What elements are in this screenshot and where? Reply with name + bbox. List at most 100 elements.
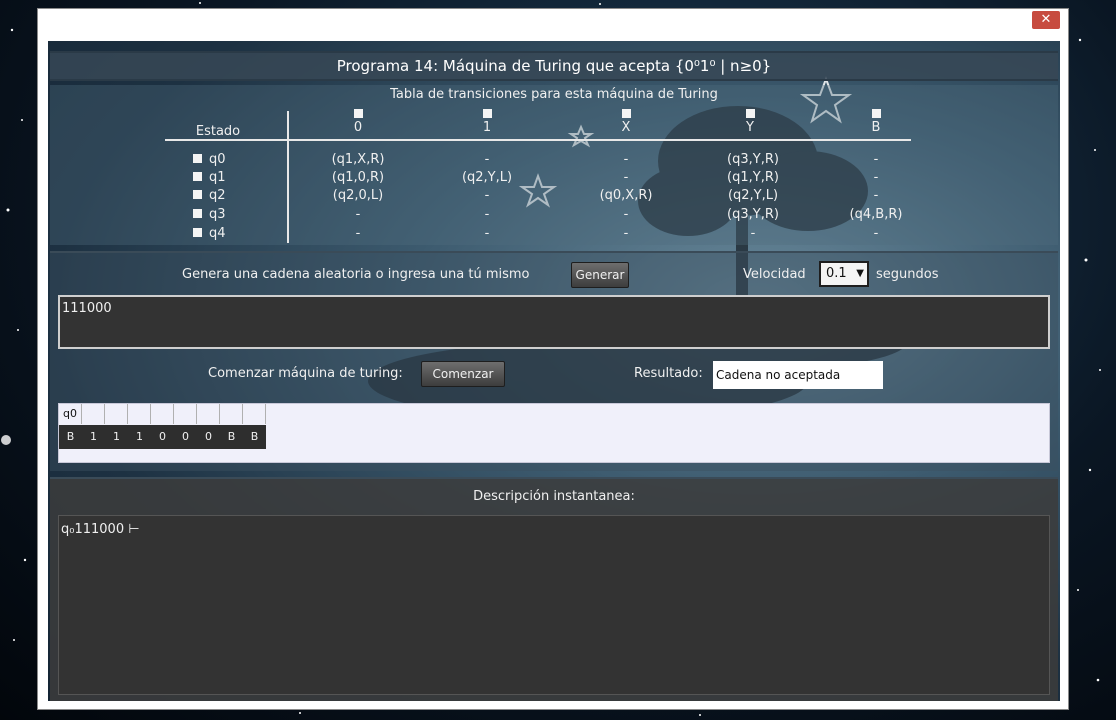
transition-cell: -: [484, 188, 490, 203]
speed-value: 0.1: [826, 266, 847, 281]
state-column-header: Estado: [195, 124, 241, 139]
speed-unit-label: segundos: [876, 267, 939, 282]
tape-head-cell: [197, 404, 220, 424]
transition-cell: -: [873, 188, 879, 203]
transition-cell: -: [623, 226, 629, 241]
column-checkbox[interactable]: [745, 109, 755, 118]
column-header-0: 0: [318, 109, 398, 135]
generator-panel: Genera una cadena aleatoria o ingresa un…: [50, 251, 1058, 471]
state-row-q3: q3: [193, 207, 226, 222]
transition-cell: -: [873, 170, 879, 185]
column-header-b: B: [836, 109, 916, 135]
string-input[interactable]: 111000: [58, 295, 1050, 349]
state-label: q4: [209, 226, 226, 241]
transition-cell: -: [355, 226, 361, 241]
tape-cell: 1: [136, 430, 143, 443]
app-window: ✕ Programa 14: Máquina de Turing que ace…: [37, 8, 1069, 710]
table-header-divider: [165, 139, 911, 141]
column-checkbox[interactable]: [621, 109, 631, 118]
transition-cell: (q2,0,L): [332, 188, 384, 203]
tape-cell: 0: [205, 430, 212, 443]
tape-head-cell: [128, 404, 151, 424]
state-checkbox[interactable]: [193, 209, 202, 218]
result-label: Resultado:: [634, 366, 703, 381]
state-label: q0: [209, 152, 226, 167]
speed-select[interactable]: 0.1 ▼: [819, 261, 869, 287]
result-field: Cadena no aceptada: [713, 361, 883, 389]
transition-cell: -: [750, 226, 756, 241]
column-checkbox[interactable]: [871, 109, 881, 118]
description-output[interactable]: q₀111000 ⊢: [58, 515, 1050, 695]
speed-label: Velocidad: [743, 267, 806, 282]
state-row-q1: q1: [193, 170, 226, 185]
transition-cell: -: [873, 152, 879, 167]
transition-cell: (q1,X,R): [331, 152, 385, 167]
transition-table-title: Tabla de transiciones para esta máquina …: [390, 87, 718, 102]
column-symbol: 0: [353, 120, 363, 135]
tape-head-cell: [220, 404, 243, 424]
start-button[interactable]: Comenzar: [421, 361, 505, 387]
column-header-1: 1: [447, 109, 527, 135]
column-checkbox[interactable]: [353, 109, 363, 118]
transition-cell: (q3,Y,R): [727, 207, 779, 222]
column-header-y: Y: [710, 109, 790, 135]
column-checkbox[interactable]: [482, 109, 492, 118]
column-symbol: Y: [746, 120, 754, 135]
column-symbol: X: [621, 120, 631, 135]
state-checkbox[interactable]: [193, 190, 202, 199]
column-header-x: X: [586, 109, 666, 135]
transition-cell: -: [873, 226, 879, 241]
tape-head-cell: [82, 404, 105, 424]
transition-cell: (q3,Y,R): [727, 152, 779, 167]
transition-cell: -: [623, 207, 629, 222]
tape-cell: 0: [182, 430, 189, 443]
tape-display: q0 B 1 1 1 0 0 0 B B: [58, 403, 1050, 463]
generate-button[interactable]: Generar: [571, 262, 629, 288]
transition-cell: (q0,X,R): [599, 188, 653, 203]
tape-cell: B: [227, 430, 236, 443]
state-row-q4: q4: [193, 226, 226, 241]
transition-cell: (q1,Y,R): [727, 170, 779, 185]
tape-head-cell: q0: [59, 404, 82, 424]
tape-head-cell: [174, 404, 197, 424]
tape-row: B 1 1 1 0 0 0 B B: [59, 425, 266, 449]
transition-cell: -: [623, 170, 629, 185]
transition-table-panel: Tabla de transiciones para esta máquina …: [50, 85, 1058, 245]
state-checkbox[interactable]: [193, 154, 202, 163]
state-row-q0: q0: [193, 152, 226, 167]
tape-cell: B: [66, 430, 75, 443]
transition-cell: (q1,0,R): [331, 170, 385, 185]
tape-cell: B: [250, 430, 259, 443]
state-label: q3: [209, 207, 226, 222]
dropdown-arrow-icon: ▼: [856, 268, 864, 279]
column-symbol: 1: [482, 120, 492, 135]
tape-cell: 1: [90, 430, 97, 443]
description-label: Descripción instantanea:: [473, 489, 635, 504]
transition-cell: -: [484, 207, 490, 222]
tape-cell: 1: [113, 430, 120, 443]
transition-cell: (q2,Y,L): [727, 188, 779, 203]
client-area: Programa 14: Máquina de Turing que acept…: [48, 41, 1060, 701]
transition-cell: (q2,Y,L): [461, 170, 513, 185]
state-checkbox[interactable]: [193, 172, 202, 181]
state-label: q2: [209, 188, 226, 203]
description-panel: Descripción instantanea: q₀111000 ⊢: [50, 477, 1058, 701]
state-row-q2: q2: [193, 188, 226, 203]
state-checkbox[interactable]: [193, 228, 202, 237]
page-title: Programa 14: Máquina de Turing que acept…: [50, 51, 1058, 81]
column-symbol: B: [871, 120, 881, 135]
table-state-divider: [287, 111, 289, 243]
transition-cell: -: [484, 152, 490, 167]
start-label: Comenzar máquina de turing:: [208, 366, 403, 381]
transition-cell: -: [484, 226, 490, 241]
transition-cell: -: [623, 152, 629, 167]
tape-cell: 0: [159, 430, 166, 443]
tape-head-cell: [151, 404, 174, 424]
tape-head-row: q0: [59, 404, 266, 424]
tape-head-cell: [105, 404, 128, 424]
close-button[interactable]: ✕: [1032, 11, 1060, 29]
generator-label: Genera una cadena aleatoria o ingresa un…: [182, 267, 530, 282]
close-icon: ✕: [1040, 12, 1052, 27]
transition-cell: -: [355, 207, 361, 222]
tape-head-cell: [243, 404, 266, 424]
